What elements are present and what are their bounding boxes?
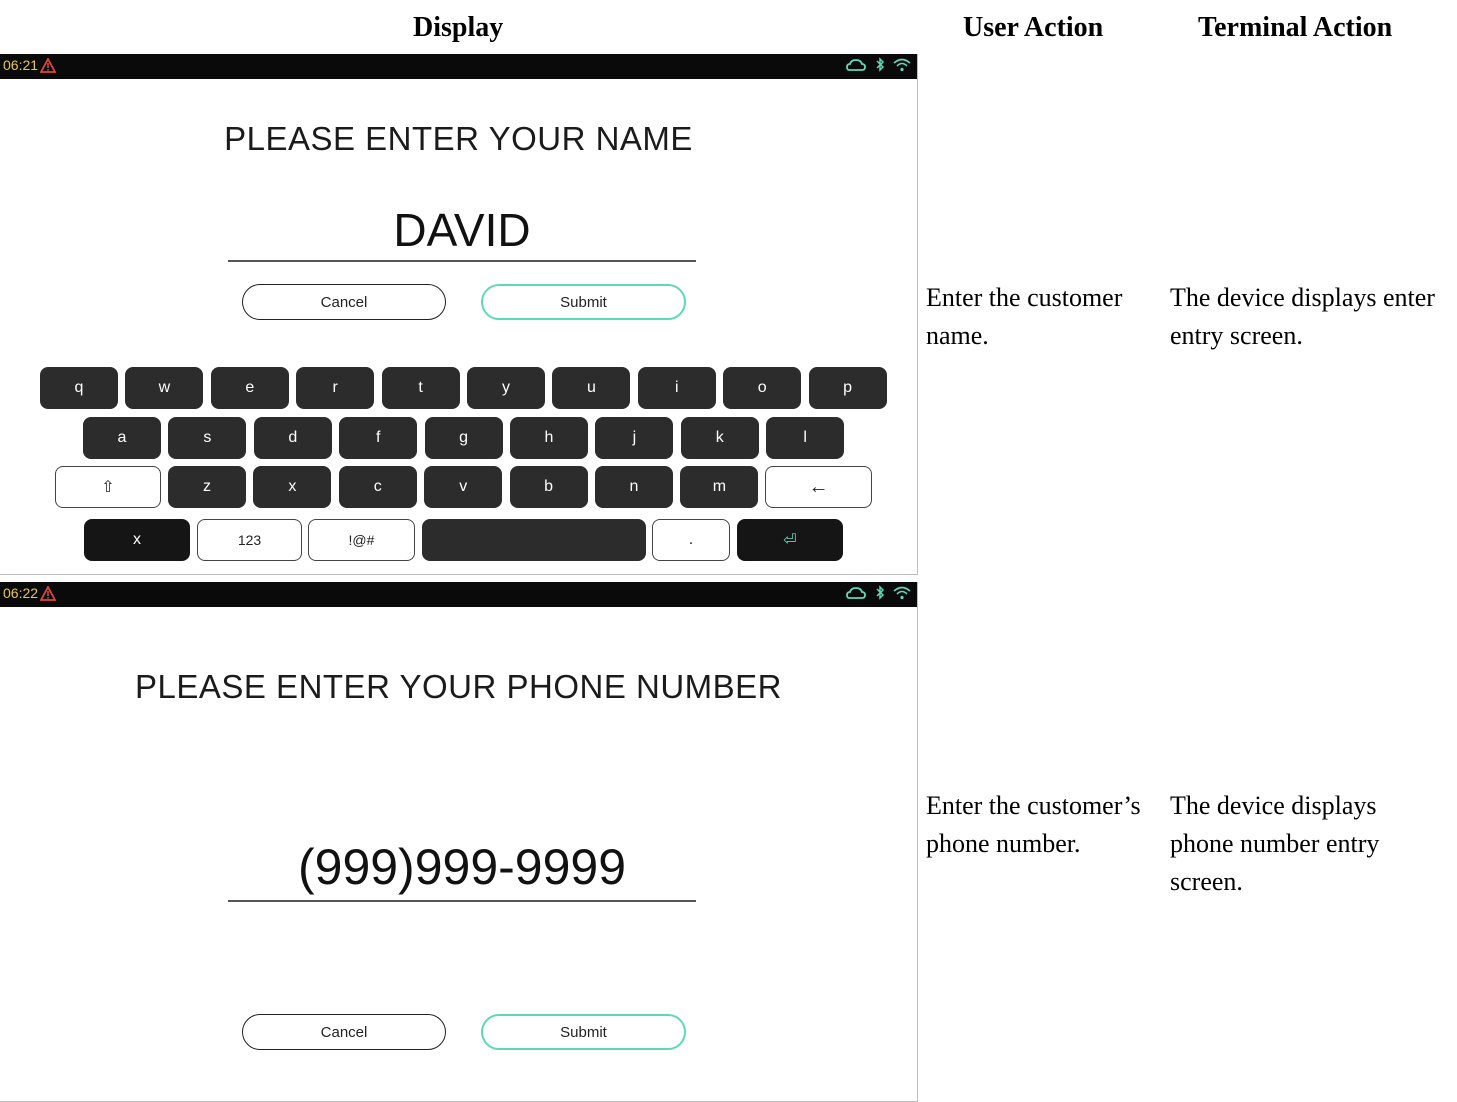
key-s[interactable]: s — [168, 417, 247, 459]
terminal-action-text: The device displays enter entry screen. — [1170, 283, 1435, 350]
warning-icon — [40, 58, 56, 73]
key-q[interactable]: q — [40, 367, 118, 409]
status-time: 06:22 — [3, 585, 39, 601]
close-keyboard-key[interactable]: x — [84, 519, 190, 561]
terminal-action-text: The device displays phone number entry s… — [1170, 791, 1380, 896]
wifi-icon — [893, 58, 911, 77]
key-t[interactable]: t — [381, 367, 460, 409]
cancel-button[interactable]: Cancel — [242, 284, 446, 320]
wifi-icon — [893, 586, 911, 605]
symbols-key[interactable]: !@# — [308, 519, 415, 561]
bluetooth-icon — [875, 57, 885, 77]
key-d[interactable]: d — [253, 417, 332, 459]
key-m[interactable]: m — [680, 466, 759, 508]
cloud-icon — [846, 586, 866, 605]
key-n[interactable]: n — [595, 466, 673, 508]
key-j[interactable]: j — [595, 417, 674, 459]
name-entry-screen: 06:21 PLEASE ENTER YOUR NAME DAVID Cance… — [0, 54, 918, 575]
bluetooth-icon — [875, 585, 885, 605]
user-action-text: Enter the customer name. — [926, 283, 1123, 350]
user-action-text: Enter the customer’s phone number. — [926, 791, 1141, 858]
warning-icon — [40, 586, 56, 601]
status-time: 06:21 — [3, 57, 39, 73]
status-bar: 06:21 — [0, 54, 917, 79]
key-u[interactable]: u — [552, 367, 631, 409]
key-x[interactable]: x — [253, 466, 332, 508]
key-i[interactable]: i — [637, 367, 716, 409]
key-a[interactable]: a — [83, 417, 161, 459]
prompt-text: PLEASE ENTER YOUR PHONE NUMBER — [134, 668, 783, 705]
cancel-button[interactable]: Cancel — [242, 1014, 446, 1050]
numbers-key[interactable]: 123 — [197, 519, 302, 561]
enter-key[interactable]: ⏎ — [737, 519, 843, 561]
key-h[interactable]: h — [510, 417, 588, 459]
key-p[interactable]: p — [808, 367, 887, 409]
header-display: Display — [413, 12, 504, 43]
shift-key[interactable]: ⇧ — [55, 466, 161, 508]
key-z[interactable]: z — [168, 466, 246, 508]
submit-button[interactable]: Submit — [481, 1014, 686, 1050]
key-e[interactable]: e — [210, 367, 289, 409]
status-bar: 06:22 — [0, 582, 917, 607]
cloud-icon — [846, 58, 866, 77]
key-r[interactable]: r — [296, 367, 375, 409]
key-o[interactable]: o — [723, 367, 802, 409]
key-v[interactable]: v — [424, 466, 503, 508]
backspace-key[interactable]: ← — [765, 466, 872, 508]
key-k[interactable]: k — [680, 417, 759, 459]
key-g[interactable]: g — [424, 417, 503, 459]
header-terminal-action: Terminal Action — [1198, 12, 1393, 43]
phone-entry-screen: 06:22 PLEASE ENTER YOUR PHONE NUMBER (99… — [0, 582, 918, 1102]
name-input[interactable]: DAVID — [228, 200, 696, 262]
key-y[interactable]: y — [467, 367, 545, 409]
header-user-action: User Action — [963, 12, 1104, 43]
submit-button[interactable]: Submit — [481, 284, 686, 320]
phone-input[interactable]: (999)999-9999 — [228, 834, 696, 902]
space-key[interactable] — [422, 519, 646, 561]
key-w[interactable]: w — [125, 367, 204, 409]
key-c[interactable]: c — [338, 466, 417, 508]
period-key[interactable]: . — [652, 519, 730, 561]
key-l[interactable]: l — [766, 417, 845, 459]
key-f[interactable]: f — [339, 417, 418, 459]
prompt-text: PLEASE ENTER YOUR NAME — [224, 120, 693, 157]
key-b[interactable]: b — [509, 466, 588, 508]
